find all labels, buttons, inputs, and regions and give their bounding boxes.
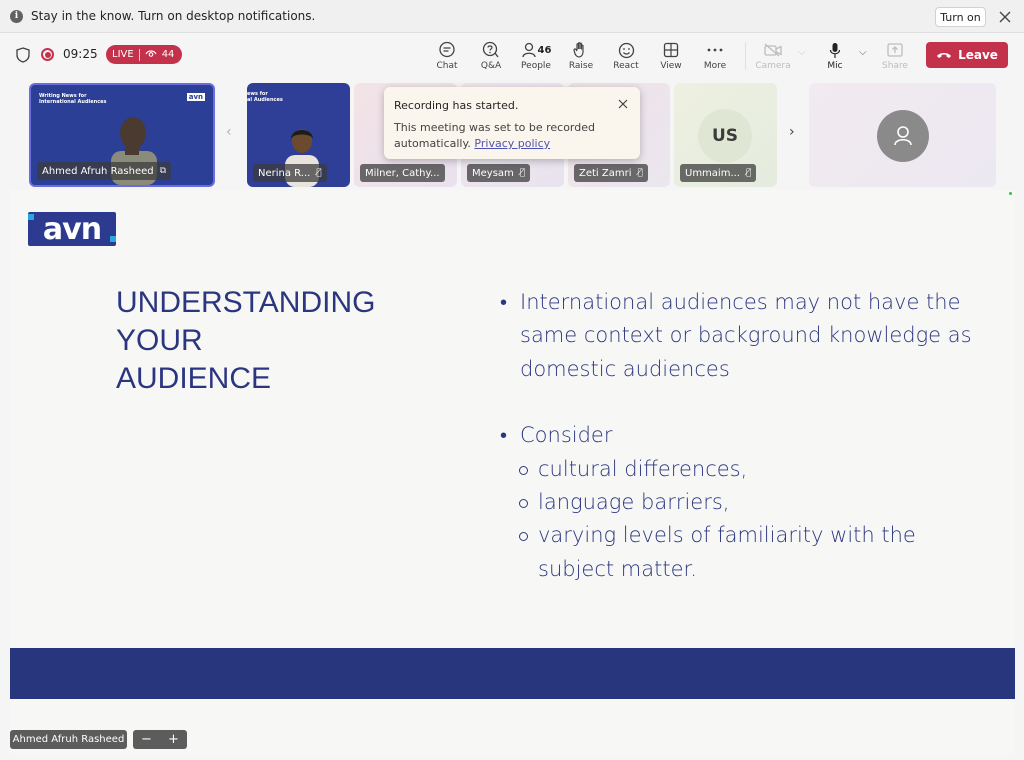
people-button[interactable]: 46 People [514,39,558,75]
chat-button[interactable]: Chat [425,39,469,75]
meeting-toolbar: 09:25 LIVE 44 Chat Q&A 46 People Raise R… [0,33,1024,79]
badge-divider [138,48,140,61]
mic-off-icon: 🎙̸ [637,168,643,178]
people-icon: 46 [521,39,552,61]
turn-on-notifications-button[interactable]: Turn on [935,7,986,27]
meeting-timer: 09:25 [63,47,98,61]
mic-options-chevron-icon[interactable]: ⌵ [859,47,867,58]
leave-label: Leave [958,48,998,62]
participant-name-tag: Ummaim... 🎙̸ [680,164,757,182]
tile-logo: avn [186,93,205,101]
participant-tile[interactable]: ews for al Audiences Nerina R... 🎙̸ [247,83,350,187]
chat-icon [438,39,456,61]
share-button[interactable]: Share [873,39,917,75]
close-icon[interactable] [618,97,628,113]
sub-bullet-item: cultural differences, [500,453,980,486]
people-count: 46 [537,44,552,56]
camera-button[interactable]: Camera [751,39,795,75]
participant-name-tag: Nerina R... 🎙̸ [253,164,327,182]
recording-toast: Recording has started. This meeting was … [384,87,640,159]
people-label: People [521,61,551,71]
status-dot [1009,192,1012,195]
toast-title: Recording has started. [394,99,519,112]
raise-hand-button[interactable]: Raise [559,39,603,75]
camera-options-chevron-icon[interactable]: ⌵ [798,47,806,58]
tile-slide-heading: Writing News for International Audiences [39,93,107,105]
zoom-in-button[interactable]: + [168,733,179,746]
info-icon: i [10,9,23,23]
close-icon[interactable] [996,8,1014,26]
slide-title: UNDERSTANDING YOUR AUDIENCE [116,286,376,395]
sub-bullet-item: language barriers, [500,486,980,519]
more-icon [707,39,723,61]
view-button[interactable]: View [649,39,693,75]
toast-body: This meeting was set to be recorded auto… [394,121,595,150]
privacy-policy-link[interactable]: Privacy policy [474,137,550,150]
toolbar-divider [745,42,746,70]
logo-accent [110,236,116,242]
eye-icon [145,48,157,61]
mic-off-icon: 🎙̸ [316,168,322,178]
notification-text: Stay in the know. Turn on desktop notifi… [31,9,316,23]
sub-bullet-item: varying levels of familiarity with the s… [500,519,980,586]
phone-hangup-icon [936,48,952,62]
chat-label: Chat [436,61,458,71]
zoom-out-button[interactable]: − [141,733,152,746]
share-label: Share [882,61,908,71]
mic-icon [829,39,841,61]
react-button[interactable]: React [604,39,648,75]
shared-slide: avn UNDERSTANDING YOUR AUDIENCE Internat… [10,190,1015,755]
participant-name-tag: Meysam 🎙̸ [467,164,531,182]
notification-bar: i Stay in the know. Turn on desktop noti… [0,0,1024,33]
share-icon [887,39,903,61]
live-label: LIVE [112,49,134,60]
qa-button[interactable]: Q&A [469,39,513,75]
react-label: React [613,61,639,71]
participant-tile[interactable] [809,83,996,187]
chevron-left-icon[interactable]: ‹ [226,124,232,140]
viewer-count: 44 [161,49,175,60]
mic-label: Mic [827,61,843,71]
qa-icon [482,39,500,61]
mic-off-icon: 🎙̸ [746,168,752,178]
screen-share-icon: ⧉ [159,166,167,176]
chevron-right-icon[interactable]: › [789,124,795,140]
camera-label: Camera [755,61,791,71]
presenter-name-tag: Ahmed Afruh Rasheed [10,730,127,749]
tile-slide-heading: ews for al Audiences [247,91,283,103]
participant-name-tag: Ahmed Afruh Rasheed ⧉ [37,162,172,180]
zoom-control: − + [133,730,187,749]
participant-tile[interactable]: Writing News for International Audiences … [29,83,215,187]
avatar: US [698,109,752,163]
participant-name-tag: Milner, Cathy... [360,164,445,182]
more-label: More [703,61,727,71]
person-icon [877,110,929,162]
view-label: View [660,61,682,71]
raise-hand-icon [573,39,589,61]
live-badge[interactable]: LIVE 44 [106,45,182,64]
participant-name-tag: Zeti Zamri 🎙̸ [574,164,648,182]
qa-label: Q&A [480,61,502,71]
participant-tile[interactable]: US Ummaim... 🎙̸ [674,83,777,187]
mic-off-icon: 🎙̸ [519,168,526,178]
logo-accent [28,214,34,220]
more-button[interactable]: More [693,39,737,75]
shield-icon[interactable] [16,47,30,63]
avn-logo: avn [28,212,116,247]
slide-footer-band [10,648,1015,699]
mic-button[interactable]: Mic [813,39,857,75]
bullet-item: Consider [500,419,980,453]
smiley-icon [618,39,635,61]
recording-indicator-icon [41,48,54,61]
camera-off-icon [764,39,782,61]
slide-bullets: International audiences may not have the… [500,286,980,586]
leave-button[interactable]: Leave [926,42,1008,68]
raise-label: Raise [568,61,594,71]
bullet-item: International audiences may not have the… [500,286,980,386]
grid-view-icon [663,39,679,61]
